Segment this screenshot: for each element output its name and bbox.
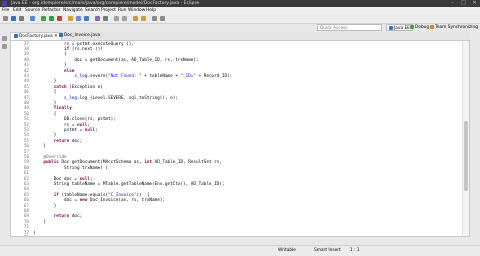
minimized-view-icon[interactable] [2, 44, 7, 49]
eclipse-icon [2, 1, 7, 6]
new-java-project-icon[interactable] [68, 16, 73, 21]
tab-label: DocFactory.java [19, 34, 53, 39]
forward-icon[interactable] [160, 16, 165, 21]
next-annotation-icon[interactable] [133, 16, 138, 21]
menu-project[interactable]: Project [101, 8, 116, 13]
tab-docfactory[interactable]: DocFactory.java ✕ [10, 32, 62, 40]
menu-search[interactable]: Search [85, 8, 100, 13]
run-icon[interactable] [49, 16, 54, 21]
editor-tab-bar: DocFactory.java ✕ Doc_Invoice.java [10, 32, 470, 40]
previous-annotation-icon[interactable] [141, 16, 146, 21]
code-line[interactable]: 73 [11, 236, 451, 237]
menu-navigate[interactable]: Navigate [63, 8, 83, 13]
status-writable: Writable [278, 248, 296, 253]
back-icon[interactable] [152, 16, 157, 21]
menu-window[interactable]: Window [128, 8, 145, 13]
menu-file[interactable]: File [2, 8, 9, 13]
toggle-block-selection-icon[interactable] [122, 16, 127, 21]
java-file-icon [14, 33, 18, 38]
minimized-view-icon[interactable] [2, 36, 7, 41]
save-icon[interactable] [11, 16, 16, 21]
menu-run[interactable]: Run [118, 8, 126, 13]
new-class-icon[interactable] [84, 16, 89, 21]
menu-refactor[interactable]: Refactor [42, 8, 60, 13]
new-icon[interactable] [3, 16, 8, 21]
debug-perspective-icon [410, 24, 414, 29]
menu-source[interactable]: Source [25, 8, 40, 13]
vertical-scrollbar[interactable] [462, 41, 469, 236]
status-bar: Writable Smart Insert 1 : 1 [0, 245, 480, 256]
save-all-icon[interactable] [19, 16, 24, 21]
java-ee-perspective-icon [389, 25, 393, 30]
new-package-icon[interactable] [76, 16, 81, 21]
close-button[interactable]: ✕ [469, 0, 480, 7]
menu-bar: File Edit Source Refactor Navigate Searc… [0, 7, 480, 14]
title-bar: Java EE - org.idempiere/src/main/java/or… [0, 0, 480, 7]
menu-edit[interactable]: Edit [13, 8, 22, 13]
main-toolbar [0, 14, 480, 24]
team-sync-perspective-icon [430, 24, 434, 29]
window-title: Java EE - org.idempiere/src/main/java/or… [11, 1, 200, 6]
external-tools-icon[interactable] [57, 16, 62, 21]
status-insert-mode: Smart Insert [314, 248, 341, 253]
java-file-icon [59, 32, 63, 37]
debug-icon[interactable] [41, 16, 46, 21]
search-icon[interactable] [103, 16, 108, 21]
quick-access-field[interactable] [317, 24, 382, 31]
tab-doc-invoice[interactable]: Doc_Invoice.java [56, 32, 103, 40]
minimize-button[interactable]: – [447, 0, 458, 7]
line-number: 73 [11, 236, 29, 237]
menu-help[interactable]: Help [146, 8, 156, 13]
left-trim [0, 24, 9, 244]
maximize-button[interactable]: □ [458, 0, 469, 7]
print-icon[interactable] [30, 16, 35, 21]
scrollbar-thumb[interactable] [464, 121, 468, 191]
code-editor[interactable]: 37 rs = pstmt.executeQuery (); 38 if (rs.… [10, 40, 470, 237]
open-type-icon[interactable] [95, 16, 100, 21]
perspective-team-synchronizing[interactable]: Team Synchronizing [428, 24, 480, 31]
toggle-mark-occurrences-icon[interactable] [114, 16, 119, 21]
quick-access-input[interactable] [318, 25, 381, 30]
tab-label: Doc_Invoice.java [64, 33, 101, 38]
perspective-label: Team Synchronizing [435, 25, 478, 30]
status-cursor-position: 1 : 1 [350, 248, 360, 253]
